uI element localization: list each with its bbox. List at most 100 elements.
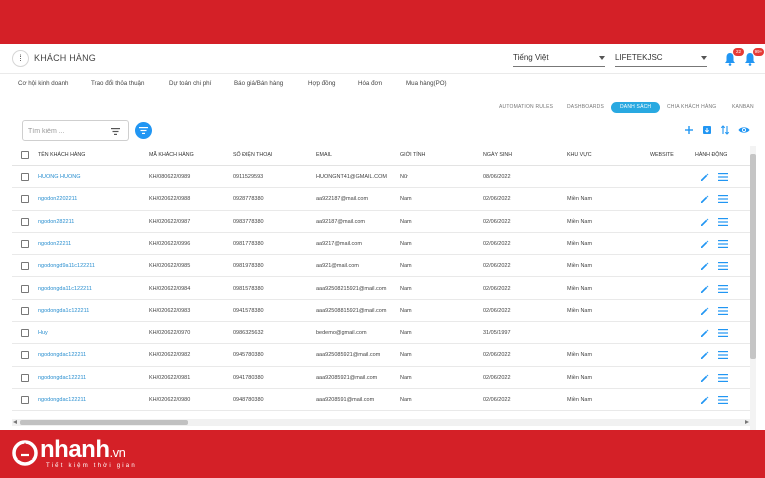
row-checkbox[interactable] — [21, 239, 29, 248]
table-row[interactable]: ngodongda1c122211 KH/020622/0983 094157838… — [12, 300, 750, 323]
edit-icon[interactable] — [700, 351, 709, 360]
table-row[interactable]: ngodongdac122211 KH/020622/0981 0941780380… — [12, 367, 750, 389]
tab-dashboards[interactable]: DASHBOARDS — [567, 104, 604, 110]
edit-icon[interactable] — [700, 329, 709, 338]
customer-code-cell: KH/020622/0980 — [149, 397, 191, 403]
menu-icon[interactable] — [718, 284, 728, 293]
column-header[interactable]: WEBSITE — [650, 152, 674, 158]
email-cell: aa9217@mail.com — [316, 240, 362, 247]
table-row[interactable]: ngodon282211 KH/020622/0987 0983778380 aa92… — [12, 211, 750, 233]
customer-name-cell[interactable]: ngodon2202211 — [38, 196, 77, 202]
row-checkbox[interactable] — [21, 195, 29, 204]
menu-icon[interactable] — [718, 329, 728, 338]
tab-hoa-don[interactable]: Hóa đơn — [358, 80, 382, 87]
column-header[interactable]: TÊN KHÁCH HÀNG — [38, 152, 85, 158]
table-row[interactable]: ngodongdac122211 KH/020622/0982 0945780380… — [12, 344, 750, 367]
menu-icon[interactable] — [718, 373, 728, 382]
customer-code-cell: KH/020622/0970 — [149, 330, 191, 337]
customer-name-cell[interactable]: ngodongda11c122211 — [38, 286, 92, 292]
email-cell: aaa92508215921@mail.com — [316, 285, 387, 292]
table-row[interactable]: Huy KH/020622/0970 0986325632 bedemo@gmail.… — [12, 322, 750, 345]
menu-icon[interactable] — [718, 217, 728, 226]
tab-automation-rules[interactable]: AUTOMATION RULES — [499, 104, 553, 110]
column-header[interactable]: MÃ KHÁCH HÀNG — [149, 152, 194, 158]
edit-icon[interactable] — [700, 307, 709, 316]
customer-name-cell[interactable]: HUONG HUONG — [38, 174, 80, 180]
row-checkbox[interactable] — [21, 329, 29, 338]
tab-mua-hang[interactable]: Mua hàng(PO) — [406, 80, 447, 87]
column-header[interactable]: GIỚI TÍNH — [400, 152, 425, 158]
customer-name-cell[interactable]: ngodongdac122211 — [38, 397, 86, 403]
table-row[interactable]: ngodongda11c122211 KH/020622/0984 09815783… — [12, 278, 750, 300]
tab-hop-dong[interactable]: Hợp đồng — [308, 80, 335, 87]
message-bell-button[interactable]: 99+ — [744, 48, 764, 66]
edit-icon[interactable] — [700, 218, 709, 227]
tab-kanban[interactable]: KANBAN — [732, 104, 754, 110]
edit-icon[interactable] — [700, 173, 709, 182]
edit-icon[interactable] — [700, 374, 709, 383]
menu-icon[interactable] — [718, 306, 728, 315]
row-checkbox[interactable] — [21, 396, 29, 404]
column-header[interactable]: SỐ ĐIỆN THOẠI — [233, 152, 272, 158]
row-checkbox[interactable] — [21, 173, 29, 181]
vertical-scrollbar[interactable] — [750, 146, 756, 430]
menu-icon[interactable] — [718, 239, 728, 248]
add-icon[interactable] — [684, 125, 694, 135]
tab-du-toan-chi-phi[interactable]: Dự toán chi phí — [169, 80, 211, 87]
edit-icon[interactable] — [700, 262, 709, 271]
table-row[interactable]: ngodongd9a11c122211 KH/020622/0985 0981978… — [12, 255, 750, 278]
customer-name-cell[interactable]: ngodon282211 — [38, 219, 74, 225]
phone-cell: 0948780380 — [233, 397, 264, 403]
customer-name-cell[interactable]: ngodon22211 — [38, 241, 71, 247]
select-all-checkbox[interactable] — [21, 151, 29, 159]
tab-trao-doi-thoa-thuan[interactable]: Trao đổi thỏa thuận — [91, 80, 144, 87]
menu-icon[interactable] — [718, 195, 728, 204]
column-header[interactable]: EMAIL — [316, 152, 332, 158]
row-checkbox[interactable] — [21, 306, 29, 315]
scrollbar-thumb[interactable] — [20, 420, 188, 425]
tab-danh-sach[interactable]: DANH SÁCH — [611, 102, 661, 113]
scroll-right-icon[interactable] — [745, 420, 749, 424]
notification-bell-button[interactable]: 22 — [724, 48, 744, 66]
table-row[interactable]: ngodongdac122211 KH/020622/0980 0948780380… — [12, 389, 750, 412]
import-icon[interactable] — [702, 125, 712, 135]
table-row[interactable]: ngodon2202211 KH/020622/0988 0928778380 aa9… — [12, 188, 750, 211]
scroll-left-icon[interactable] — [13, 420, 17, 424]
customer-code-cell: KH/020622/0981 — [149, 374, 191, 381]
eye-icon[interactable] — [738, 125, 750, 135]
menu-toggle-button[interactable]: ⁞ — [12, 50, 29, 67]
column-header[interactable]: KHU VỰC — [567, 152, 592, 158]
menu-icon[interactable] — [718, 173, 728, 181]
menu-icon[interactable] — [718, 396, 728, 404]
company-select[interactable]: LIFETEKJSC — [615, 51, 707, 67]
edit-icon[interactable] — [700, 195, 709, 204]
customer-name-cell[interactable]: ngodongda1c122211 — [38, 308, 89, 314]
tab-bao-gia-ban-hang[interactable]: Báo giá/Bán hàng — [234, 80, 283, 87]
customer-name-cell[interactable]: ngodongdac122211 — [38, 352, 86, 358]
row-checkbox[interactable] — [21, 351, 29, 360]
edit-icon[interactable] — [700, 396, 709, 405]
row-checkbox[interactable] — [21, 284, 29, 293]
language-select[interactable]: Tiếng Việt — [513, 51, 605, 67]
scrollbar-thumb[interactable] — [750, 154, 756, 359]
birthdate-cell: 02/06/2022 — [483, 196, 511, 203]
tab-chia-khach-hang[interactable]: CHIA KHÁCH HÀNG — [667, 104, 716, 110]
customer-name-cell[interactable]: ngodongdac122211 — [38, 375, 86, 381]
tab-co-hoi-kinh-doanh[interactable]: Cơ hội kinh doanh — [18, 80, 69, 87]
table-row[interactable]: HUONG HUONG KH/080622/0989 0911529593 HUONG… — [12, 166, 750, 189]
row-checkbox[interactable] — [21, 373, 29, 382]
customer-name-cell[interactable]: ngodongd9a11c122211 — [38, 263, 95, 269]
edit-icon[interactable] — [700, 285, 709, 294]
row-checkbox[interactable] — [21, 217, 29, 226]
column-header[interactable]: NGÀY SINH — [483, 152, 512, 158]
gender-cell: Nam — [400, 330, 412, 337]
customer-name-cell[interactable]: Huy — [38, 330, 48, 336]
sort-icon[interactable] — [720, 125, 730, 135]
edit-icon[interactable] — [700, 240, 709, 249]
row-checkbox[interactable] — [21, 262, 29, 271]
menu-icon[interactable] — [718, 262, 728, 271]
birthdate-cell: 02/06/2022 — [483, 397, 511, 403]
menu-icon[interactable] — [718, 351, 728, 360]
table-row[interactable]: ngodon22211 KH/020622/0996 0981778380 aa921… — [12, 233, 750, 256]
horizontal-scrollbar[interactable] — [12, 419, 750, 426]
